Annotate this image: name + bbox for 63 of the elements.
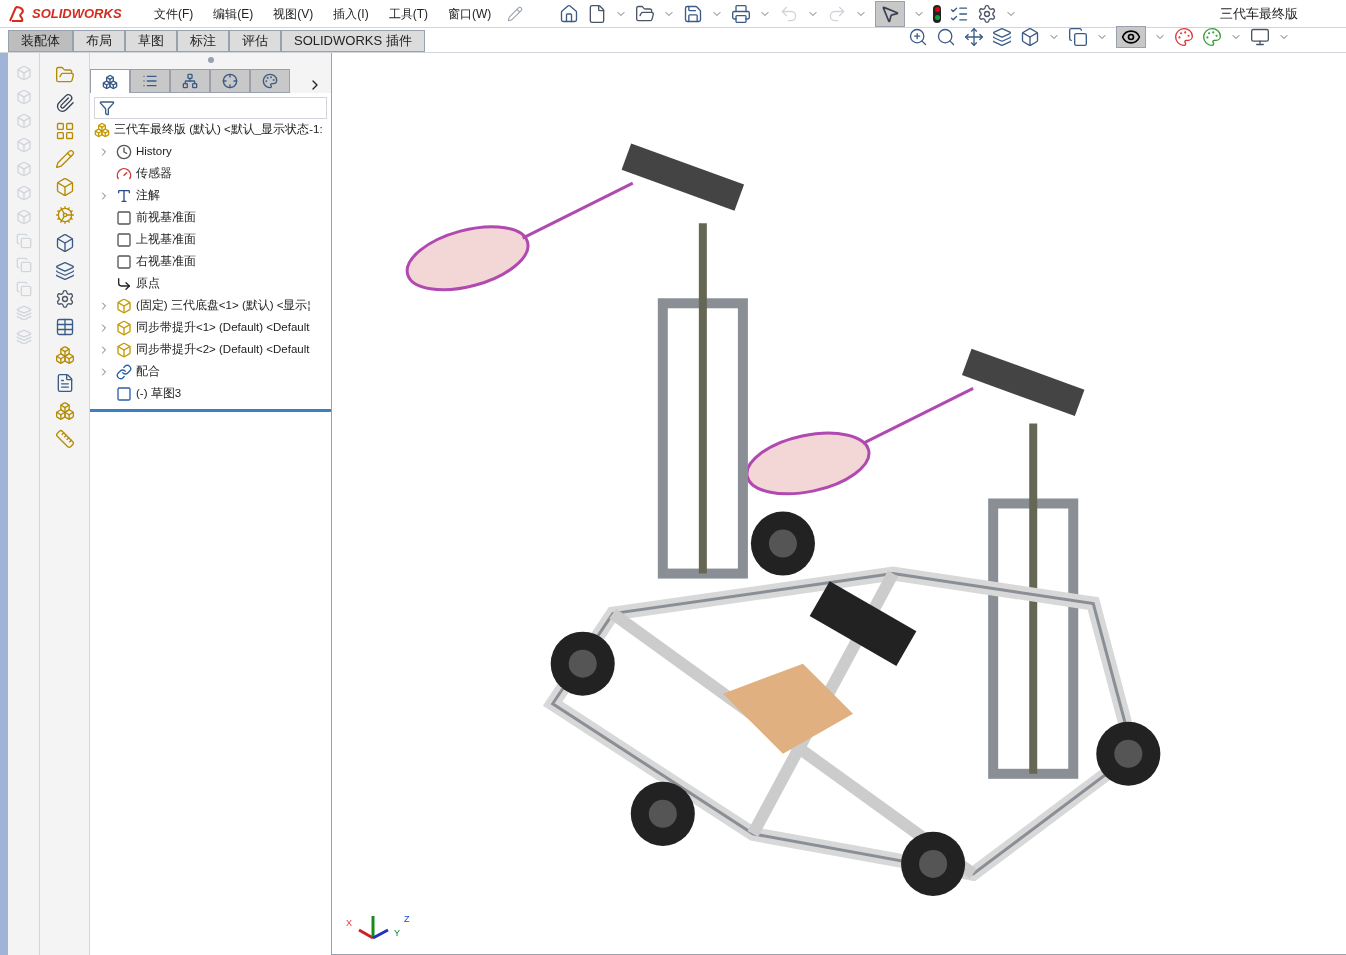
tree-item[interactable]: 上视基准面 xyxy=(136,231,196,249)
menu-item[interactable]: 编辑(E) xyxy=(209,4,258,23)
tree-item[interactable]: 传感器 xyxy=(136,165,172,183)
palette-icon xyxy=(262,73,278,89)
menu-item[interactable]: 窗口(W) xyxy=(444,4,496,23)
menu-item[interactable]: 插入(I) xyxy=(329,4,373,23)
hide-show-button[interactable] xyxy=(1116,26,1146,48)
monitor-icon[interactable] xyxy=(1250,27,1270,47)
edit-icon[interactable] xyxy=(54,149,75,169)
part-icon xyxy=(116,342,132,358)
splitter-handle-icon[interactable] xyxy=(207,57,214,63)
ruler-icon[interactable] xyxy=(54,429,75,449)
tree-item[interactable]: (-) 草图3 xyxy=(136,385,182,403)
menu-item[interactable]: 文件(F) xyxy=(150,4,198,23)
pattern-icon[interactable] xyxy=(54,121,75,141)
printer-icon[interactable] xyxy=(731,3,752,24)
traffic-light-icon[interactable] xyxy=(933,4,942,23)
part-icon xyxy=(116,320,132,336)
tree-root-label[interactable]: 三代车最终版 (默认) <默认_显示状态-1: xyxy=(114,121,323,139)
gear-icon[interactable] xyxy=(54,205,75,225)
app-logo: SOLIDWORKS xyxy=(32,4,122,23)
assembly-tab[interactable] xyxy=(90,69,130,93)
crosshair-icon xyxy=(222,73,238,89)
palette-tab[interactable] xyxy=(250,69,290,93)
open-folder-icon[interactable] xyxy=(635,3,656,24)
assembly-icon xyxy=(94,122,110,138)
part-icon xyxy=(116,298,132,314)
tree-item[interactable]: 原点 xyxy=(136,275,160,293)
tree-item[interactable]: 同步带提升<2> (Default) <Default xyxy=(136,341,310,359)
command-tab[interactable]: 评估 xyxy=(229,30,281,52)
command-tab[interactable]: 标注 xyxy=(177,30,229,52)
command-tab[interactable]: 草图 xyxy=(125,30,177,52)
axis-label: Y xyxy=(394,926,401,940)
command-tab[interactable]: 装配体 xyxy=(8,30,73,52)
tree-icon xyxy=(182,73,198,89)
axis-label: Z xyxy=(404,912,410,926)
table-icon[interactable] xyxy=(54,317,75,337)
crosshair-tab[interactable] xyxy=(210,69,250,93)
assembly-icon[interactable] xyxy=(54,401,75,421)
tree-item[interactable]: History xyxy=(136,143,172,161)
tree-tab[interactable] xyxy=(170,69,210,93)
tree-item[interactable]: 注解 xyxy=(136,187,160,205)
select-button[interactable] xyxy=(875,0,906,27)
eye-icon xyxy=(1121,27,1141,47)
tree-item[interactable]: 同步带提升<1> (Default) <Default xyxy=(136,319,310,337)
menu-item[interactable]: 视图(V) xyxy=(269,4,318,23)
command-tab[interactable]: SOLIDWORKS 插件 xyxy=(281,30,425,52)
save-icon[interactable] xyxy=(683,3,704,24)
menu-item[interactable]: 工具(T) xyxy=(384,4,432,23)
filter-icon xyxy=(99,100,115,116)
settings-icon[interactable] xyxy=(977,3,998,24)
tree-item[interactable]: 右视基准面 xyxy=(136,253,196,271)
assembly-icon xyxy=(102,73,118,90)
tree-item[interactable]: 配合 xyxy=(136,363,160,381)
tree-item[interactable]: (固定) 三代底盘<1> (默认) <显示¦ xyxy=(136,297,311,315)
axis-label: X xyxy=(346,916,352,930)
settings-icon[interactable] xyxy=(54,289,75,309)
tree-item[interactable]: 前视基准面 xyxy=(136,209,196,227)
document-title: 三代车最终版 xyxy=(1220,4,1298,23)
home-icon[interactable] xyxy=(559,3,580,24)
filter-field[interactable] xyxy=(94,97,327,119)
list-icon xyxy=(142,73,158,89)
command-tab[interactable]: 布局 xyxy=(73,30,125,52)
